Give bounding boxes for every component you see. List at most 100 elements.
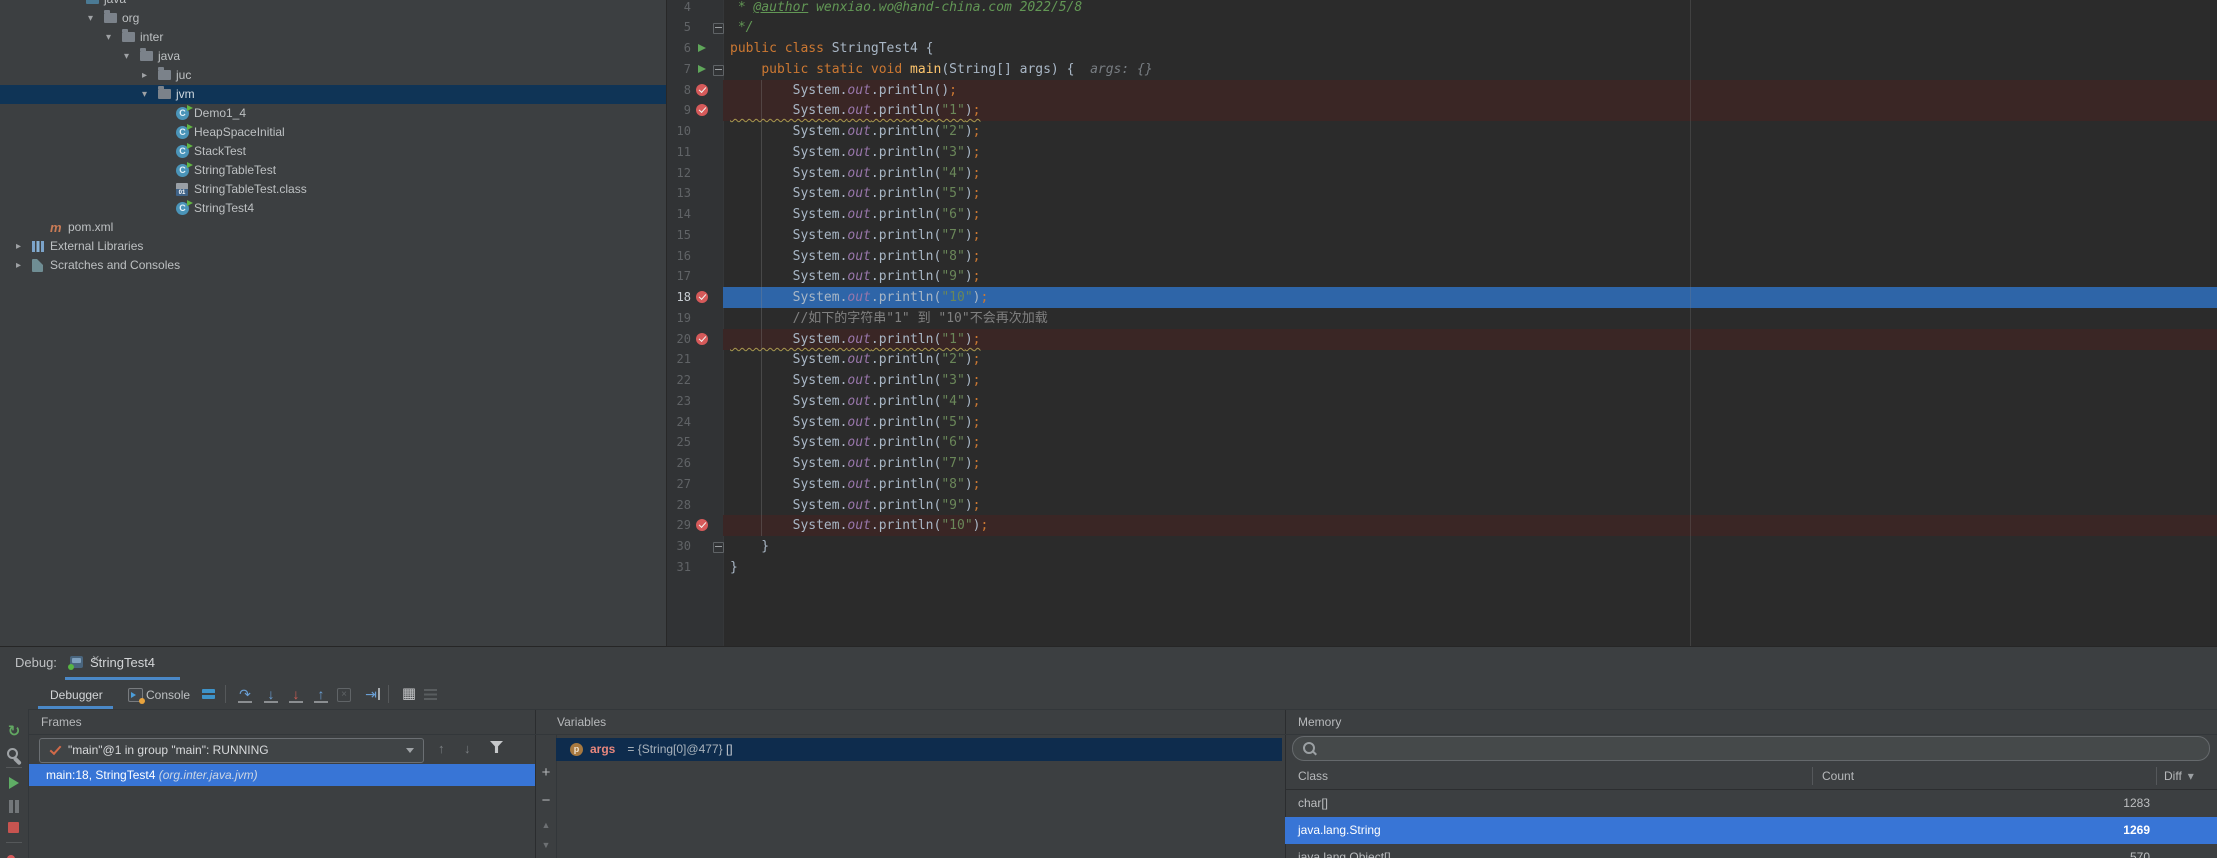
breakpoint-icon[interactable] [696, 104, 708, 116]
code-editor[interactable]: 4 * @author wenxiao.wo@hand-china.com 20… [667, 0, 2217, 646]
tree-item-label: jvm [176, 87, 195, 101]
next-frame-icon[interactable]: ↓ [464, 741, 471, 756]
line-number: 18 [676, 290, 691, 304]
tree-item-demo1-4[interactable]: Demo1_4 [0, 104, 666, 123]
layout-settings-icon[interactable] [202, 689, 215, 699]
rerun-debug-icon[interactable]: ↻ [6, 724, 22, 740]
step-out-icon[interactable]: ↑ [312, 685, 330, 703]
line-number: 20 [676, 332, 691, 346]
stack-frame-package: (org.inter.java.jvm) [158, 768, 258, 782]
tree-item-label: org [122, 11, 140, 25]
tree-item-heapspaceinitial[interactable]: HeapSpaceInitial [0, 123, 666, 142]
tree-item-org[interactable]: ▾ org [0, 9, 666, 28]
thread-selector-dropdown[interactable]: "main"@1 in group "main": RUNNING [39, 738, 424, 763]
run-gutter-icon[interactable] [698, 44, 706, 52]
token-semi: ; [949, 83, 957, 98]
line-number: 30 [676, 539, 691, 553]
code-text: //如下的字符串"1" 到 "10"不会再次加载 [730, 308, 1048, 329]
tree-item-external-libraries[interactable]: ▸ External Libraries [0, 237, 666, 256]
line-number: 6 [683, 41, 691, 55]
line-number: 28 [676, 498, 691, 512]
force-step-into-icon[interactable]: ↓ [287, 685, 305, 703]
token-plain: System. [730, 83, 848, 98]
token-field: out [847, 186, 871, 201]
tree-item-juc[interactable]: ▸ juc [0, 66, 666, 85]
fold-marker-icon[interactable] [713, 542, 724, 553]
token-plain: .println( [870, 352, 942, 367]
hide-frames-filter-icon[interactable] [490, 741, 503, 753]
line-number: 8 [683, 83, 691, 97]
token-str: "8" [941, 249, 965, 264]
token-plain: .println( [870, 249, 942, 264]
variable-row-args[interactable]: args = {String[0]@477} [] [556, 738, 1282, 761]
chevron-down-icon[interactable]: ▾ [88, 9, 93, 28]
run-gutter-icon[interactable] [698, 65, 706, 73]
memory-row-java-lang-string[interactable]: java.lang.String 1269 [1285, 817, 2217, 844]
stop-icon[interactable] [8, 822, 19, 833]
chevron-down-icon[interactable]: ▾ [142, 85, 147, 104]
code-text: System.out.println("1"); [730, 100, 981, 121]
line-number: 12 [676, 166, 691, 180]
run-to-cursor-icon[interactable]: ⇥ [362, 685, 380, 703]
memory-search-input[interactable] [1292, 736, 2210, 761]
resume-icon[interactable] [6, 775, 22, 791]
column-separator [2156, 767, 2157, 785]
memory-row-char[interactable]: char[] 1283 [1285, 790, 2217, 817]
tree-item-scratches-and-consoles[interactable]: ▸ Scratches and Consoles [0, 256, 666, 275]
toolbar-separator [225, 685, 226, 703]
token-plain: ) [964, 124, 973, 139]
code-text: System.out.println("10"); [730, 287, 989, 308]
tree-item-stringtest4[interactable]: StringTest4 [0, 199, 666, 218]
settings-icon[interactable] [6, 747, 22, 763]
column-header-count[interactable]: Count [1822, 769, 1854, 783]
breakpoint-icon[interactable] [696, 84, 708, 96]
console-icon [128, 688, 145, 704]
tree-item-java[interactable]: java [0, 0, 666, 9]
drop-frame-icon[interactable] [337, 688, 351, 702]
chevron-right-icon[interactable]: ▸ [16, 256, 21, 275]
chevron-down-icon[interactable]: ▾ [106, 28, 111, 47]
move-watch-down-icon[interactable]: ▼ [539, 840, 553, 850]
previous-frame-icon[interactable]: ↑ [438, 741, 445, 756]
tab-debugger[interactable]: Debugger [50, 688, 103, 702]
fold-marker-icon[interactable] [713, 65, 724, 76]
chevron-right-icon[interactable]: ▸ [16, 237, 21, 256]
breakpoint-icon[interactable] [696, 291, 708, 303]
column-header-diff[interactable]: Diff [2164, 769, 2194, 783]
chevron-right-icon[interactable]: ▸ [142, 66, 147, 85]
tree-item-stringtabletest[interactable]: StringTableTest [0, 161, 666, 180]
tree-item-pom-xml[interactable]: pom.xml [0, 218, 666, 237]
token-plain: System. [730, 373, 848, 388]
tree-item-jvm[interactable]: ▾ jvm [0, 85, 666, 104]
chevron-down-icon[interactable]: ▾ [124, 47, 129, 66]
tree-item-java[interactable]: ▾ java [0, 47, 666, 66]
project-tree-panel[interactable]: java ▾ org ▾ inter ▾ java ▸ juc ▾ jvm Demo1_4 HeapSp… [0, 0, 667, 646]
stack-frame-row[interactable]: main:18, StringTest4 (org.inter.java.jvm… [29, 764, 536, 786]
token-plain: .println() [870, 83, 950, 98]
token-plain: ) [964, 207, 973, 222]
pause-icon[interactable] [6, 800, 22, 813]
class-icon [176, 124, 193, 139]
memory-row-java-lang-object[interactable]: java.lang.Object[] 570 [1285, 844, 2217, 858]
debug-window-label: Debug: [15, 655, 57, 670]
column-header-class[interactable]: Class [1298, 769, 1328, 783]
breakpoint-icon[interactable] [696, 519, 708, 531]
view-breakpoints-icon[interactable] [6, 854, 22, 858]
new-watch-icon[interactable]: + [539, 764, 553, 781]
variables-toolbar: + − ▲ ▼ [535, 734, 557, 858]
close-session-icon[interactable]: × [92, 651, 100, 666]
step-into-icon[interactable]: ↓ [262, 685, 280, 703]
breakpoint-icon[interactable] [696, 333, 708, 345]
tree-item-stacktest[interactable]: StackTest [0, 142, 666, 161]
evaluate-expression-icon[interactable]: ▦ [400, 685, 418, 703]
restore-layout-icon[interactable] [424, 689, 437, 700]
step-over-icon[interactable]: ↷ [236, 685, 254, 703]
tree-item-label: inter [140, 30, 164, 44]
token-plain: ) [964, 249, 973, 264]
remove-watch-icon[interactable]: − [539, 792, 553, 809]
move-watch-up-icon[interactable]: ▲ [539, 820, 553, 830]
fold-marker-icon[interactable] [713, 23, 724, 34]
tree-item-stringtabletest-class[interactable]: StringTableTest.class [0, 180, 666, 199]
token-field: out [847, 103, 871, 118]
tree-item-inter[interactable]: ▾ inter [0, 28, 666, 47]
